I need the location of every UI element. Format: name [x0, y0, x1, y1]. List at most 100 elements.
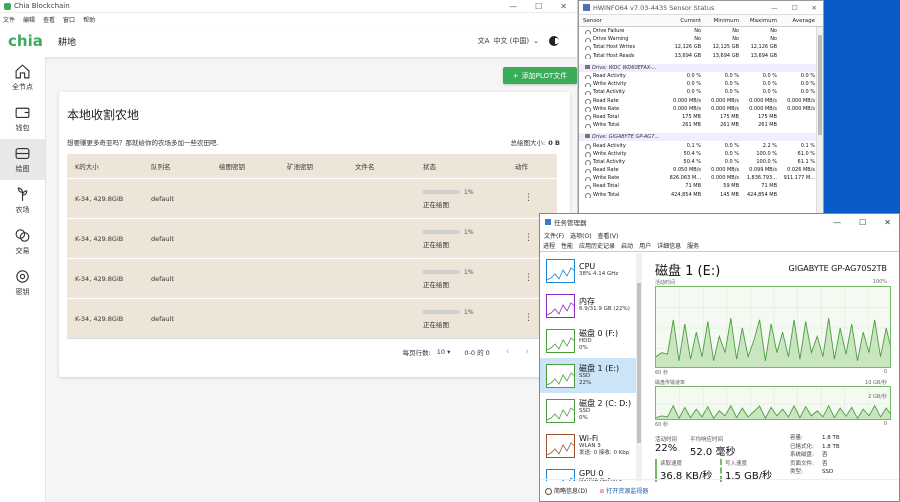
prev-page-icon[interactable]: ‹	[506, 347, 510, 357]
close-icon[interactable]: ✕	[884, 218, 891, 227]
tab-startup[interactable]: 启动	[621, 241, 633, 250]
sidebar-item-trade[interactable]: 交易	[0, 221, 45, 262]
sensor-row[interactable]: Total Activity 0.0 % 0.0 % 0.0 % 0.0 %	[579, 88, 823, 96]
plot-icon	[15, 147, 30, 160]
perf-item[interactable]: 磁盘 0 (F:) HDD 0%	[540, 323, 637, 358]
col-current[interactable]: Current	[663, 18, 701, 24]
language-selector[interactable]: 文A 中文 (中国) ⌄	[478, 36, 539, 46]
col-status[interactable]: 状态	[423, 161, 515, 171]
sensor-group-header[interactable]: Drive: WDC WD60EFAX-...	[579, 63, 823, 72]
sensor-row[interactable]: Drive Failure No No No	[579, 27, 823, 35]
dark-mode-toggle-icon[interactable]	[549, 36, 559, 46]
sensor-row[interactable]: Read Activity 0.1 % 0.0 % 2.2 % 0.1 %	[579, 141, 823, 149]
sensor-row[interactable]: Total Host Reads 13,694 GB 13,694 GB 13,…	[579, 52, 823, 60]
more-vert-icon[interactable]: ⋮	[524, 233, 533, 243]
total-size-label: 总绘图大小:	[510, 139, 546, 147]
sensor-row[interactable]: Read Total 71 MB 59 MB 71 MB	[579, 182, 823, 190]
k-size-cell: K-34, 429.8GiB	[75, 274, 124, 283]
perf-item[interactable]: 磁盘 2 (C: D:) SSD 0%	[540, 393, 637, 428]
hwinfo-window: HWiNFO64 v7.03-4435 Sensor Status — ☐ ✕ …	[578, 0, 824, 214]
tab-users[interactable]: 用户	[639, 241, 651, 250]
sidebar-item-wallet[interactable]: 钱包	[0, 98, 45, 139]
tab-performance[interactable]: 性能	[561, 241, 574, 251]
tab-processes[interactable]: 进程	[543, 241, 555, 250]
maximize-icon[interactable]: ☐	[792, 4, 798, 12]
col-actions[interactable]: 动作	[515, 161, 557, 171]
sensor-group-header[interactable]: Drive: GIGABYTE GP-AG7...	[579, 133, 823, 142]
col-sensor[interactable]: Sensor	[579, 18, 663, 24]
k-size-cell: K-34, 429.8GiB	[75, 314, 124, 323]
sensor-current: 71 MB	[685, 183, 701, 190]
sensor-name: Total Activity	[579, 89, 663, 96]
minimize-icon[interactable]: —	[833, 218, 841, 227]
perf-list-scrollbar[interactable]	[636, 253, 642, 481]
more-vert-icon[interactable]: ⋮	[524, 313, 533, 323]
maximize-icon[interactable]: ☐	[535, 2, 542, 11]
tab-details[interactable]: 详细信息	[657, 241, 681, 250]
sidebar-item-farm[interactable]: 农场	[0, 180, 45, 221]
next-page-icon[interactable]: ›	[525, 347, 529, 357]
disk-properties: 容量: 1.8 TB 已格式化: 1.8 TB 系统磁盘: 否页面文件: 否类型: SSD	[790, 434, 840, 477]
minimize-icon[interactable]: —	[509, 2, 517, 11]
sensor-row[interactable]: Write Total 424,854 MB 145 MB 424,854 MB	[579, 191, 823, 199]
brief-info-button[interactable]: 简略信息(D)	[545, 486, 587, 495]
col-minimum[interactable]: Minimum	[701, 18, 740, 24]
col-filename[interactable]: 文件名	[355, 161, 423, 171]
sensor-row[interactable]: Read Rate 0.000 MB/s 0.000 MB/s 0.000 MB…	[579, 97, 823, 105]
progress-bar	[423, 310, 460, 314]
table-pagination: 每页行数: 10 ▾ 0-0 的 0 ‹ ›	[67, 338, 557, 364]
sensor-row[interactable]: Read Total 175 MB 175 MB 175 MB	[579, 113, 823, 121]
add-plot-button[interactable]: + 添加PLOT文件	[503, 67, 577, 84]
perf-item[interactable]: 磁盘 1 (E:) SSD 22%	[540, 358, 637, 393]
sensor-min: 13,694 GB	[712, 52, 739, 59]
sensor-row[interactable]: Read Activity 0.0 % 0.0 % 0.0 % 0.0 %	[579, 72, 823, 80]
col-k-size[interactable]: K的大小	[67, 161, 151, 171]
menu-options[interactable]: 选项(O)	[570, 231, 591, 240]
sensor-row[interactable]: Total Activity 50.4 % 0.0 % 100.0 % 61.1…	[579, 158, 823, 166]
open-resource-monitor-link[interactable]: ⊘ 打开资源监视器	[599, 486, 648, 495]
sensor-row[interactable]: Drive Warning No No No	[579, 35, 823, 43]
maximize-icon[interactable]: ☐	[859, 218, 866, 227]
menu-file[interactable]: 文件	[3, 15, 15, 24]
total-plot-size: 总绘图大小: 0 B	[511, 137, 560, 147]
sensor-row[interactable]: Write Activity 50.4 % 0.0 % 100.0 % 61.0…	[579, 150, 823, 158]
minimize-icon[interactable]: —	[771, 4, 778, 12]
menu-window[interactable]: 窗口	[63, 15, 75, 24]
table-header: K的大小 队列名 绘图密钥 矿池密钥 文件名 状态 动作	[67, 154, 557, 178]
sensor-row[interactable]: Write Total 261 MB 261 MB 261 MB	[579, 121, 823, 129]
rows-per-page-select[interactable]: 10 ▾	[437, 348, 451, 356]
graph2-max: 10 GB/秒	[865, 380, 887, 386]
sensor-row[interactable]: Write Rate 826.063 M... 0.000 MB/s 1,836…	[579, 174, 823, 182]
menu-view[interactable]: 查看(V)	[598, 231, 619, 240]
graph2-xlabel: 60 秒	[655, 422, 668, 428]
hwinfo-scrollbar[interactable]	[816, 27, 823, 213]
close-icon[interactable]: ✕	[560, 2, 567, 11]
tab-app-history[interactable]: 应用历史记录	[579, 241, 615, 250]
menu-file[interactable]: 文件(F)	[544, 231, 564, 240]
sensor-row[interactable]: Write Rate 0.000 MB/s 0.000 MB/s 0.000 M…	[579, 105, 823, 113]
col-plot-key[interactable]: 绘图密钥	[219, 161, 287, 171]
sensor-row[interactable]: Total Host Writes 12,126 GB 12,125 GB 12…	[579, 43, 823, 51]
property-key: 容量:	[790, 435, 803, 441]
col-average[interactable]: Average	[777, 18, 815, 24]
col-maximum[interactable]: Maximum	[739, 18, 777, 24]
perf-item[interactable]: CPU 38% 4.14 GHz	[540, 253, 637, 288]
sidebar-item-plot[interactable]: 绘图	[0, 139, 45, 180]
disk-property: 容量: 1.8 TB	[790, 434, 840, 443]
menu-view[interactable]: 查看	[43, 15, 55, 24]
col-queue[interactable]: 队列名	[151, 161, 219, 171]
perf-item-line2: 0%	[579, 415, 588, 421]
more-vert-icon[interactable]: ⋮	[524, 193, 533, 203]
tab-services[interactable]: 服务	[687, 241, 699, 250]
close-icon[interactable]: ✕	[812, 4, 817, 12]
sidebar-item-full-node[interactable]: 全节点	[0, 57, 45, 98]
perf-item[interactable]: 内存 6.9/31.9 GB (22%)	[540, 288, 637, 323]
col-pool-key[interactable]: 矿池密钥	[287, 161, 355, 171]
sensor-row[interactable]: Read Rate 0.050 MB/s 0.000 MB/s 0.099 MB…	[579, 166, 823, 174]
sensor-row[interactable]: Write Activity 0.0 % 0.0 % 0.0 % 0.0 %	[579, 80, 823, 88]
more-vert-icon[interactable]: ⋮	[524, 273, 533, 283]
sidebar-item-keys[interactable]: 密钥	[0, 262, 45, 303]
menu-edit[interactable]: 编辑	[23, 15, 35, 24]
perf-item[interactable]: Wi-Fi WLAN 3 发送: 0 接收: 0 Kbp	[540, 428, 637, 463]
menu-help[interactable]: 帮助	[83, 15, 95, 24]
